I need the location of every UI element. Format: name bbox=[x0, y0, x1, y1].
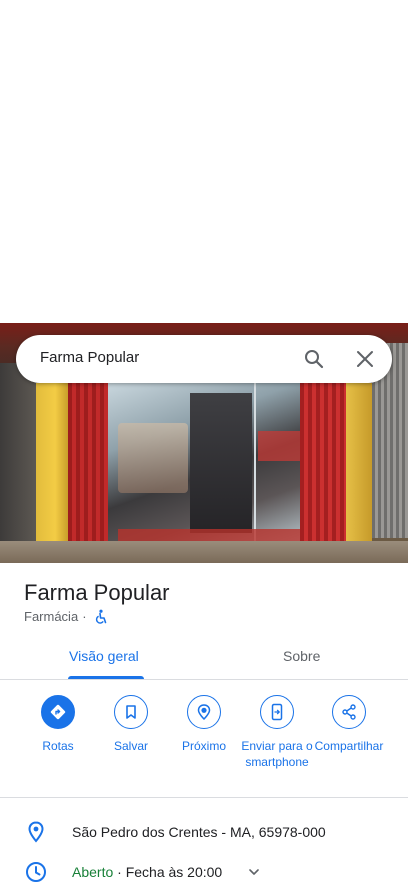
address-text: São Pedro dos Crentes - MA, 65978-000 bbox=[72, 824, 326, 840]
directions-label: Rotas bbox=[42, 739, 74, 753]
nearby-label: Próximo bbox=[181, 739, 226, 753]
hours-row[interactable]: Aberto · Fecha às 20:00 bbox=[0, 856, 408, 888]
save-label: Salvar bbox=[113, 739, 148, 753]
wheelchair-accessible-icon[interactable] bbox=[93, 609, 109, 625]
search-icon[interactable] bbox=[302, 347, 326, 371]
map-blank-area bbox=[0, 0, 408, 323]
send-to-phone-icon bbox=[271, 703, 283, 721]
directions-icon bbox=[50, 704, 66, 720]
search-query[interactable]: Farma Popular bbox=[40, 349, 139, 366]
send-to-phone-label: Enviar para o smartphone bbox=[241, 739, 313, 769]
save-button[interactable]: Salvar bbox=[95, 695, 167, 754]
place-category: Farmácia bbox=[24, 609, 79, 624]
send-to-phone-button[interactable]: Enviar para o smartphone bbox=[241, 695, 313, 770]
nearby-button[interactable]: Próximo bbox=[168, 695, 240, 754]
closing-time: Fecha às 20:00 bbox=[125, 864, 223, 880]
place-subtitle: Farmácia · bbox=[24, 609, 91, 624]
chevron-down-icon[interactable] bbox=[246, 864, 262, 880]
share-label: Compartilhar bbox=[314, 739, 384, 753]
tabs-divider bbox=[0, 679, 408, 680]
directions-button[interactable]: Rotas bbox=[22, 695, 94, 754]
tab-about[interactable]: Sobre bbox=[283, 648, 320, 664]
address-row[interactable]: São Pedro dos Crentes - MA, 65978-000 bbox=[0, 816, 408, 848]
tab-overview[interactable]: Visão geral bbox=[69, 648, 139, 664]
share-button[interactable]: Compartilhar bbox=[313, 695, 385, 754]
location-pin-icon bbox=[28, 821, 44, 843]
open-status: Aberto bbox=[72, 864, 114, 880]
bookmark-icon bbox=[126, 705, 136, 719]
hours-separator: · bbox=[117, 864, 122, 880]
close-icon[interactable] bbox=[353, 347, 377, 371]
share-icon bbox=[342, 704, 356, 720]
search-bar[interactable]: Farma Popular bbox=[16, 335, 392, 383]
nearby-icon bbox=[197, 704, 211, 721]
separator-dot: · bbox=[82, 609, 87, 624]
clock-icon bbox=[26, 862, 46, 882]
actions-divider bbox=[0, 797, 408, 798]
place-title: Farma Popular bbox=[24, 580, 170, 605]
